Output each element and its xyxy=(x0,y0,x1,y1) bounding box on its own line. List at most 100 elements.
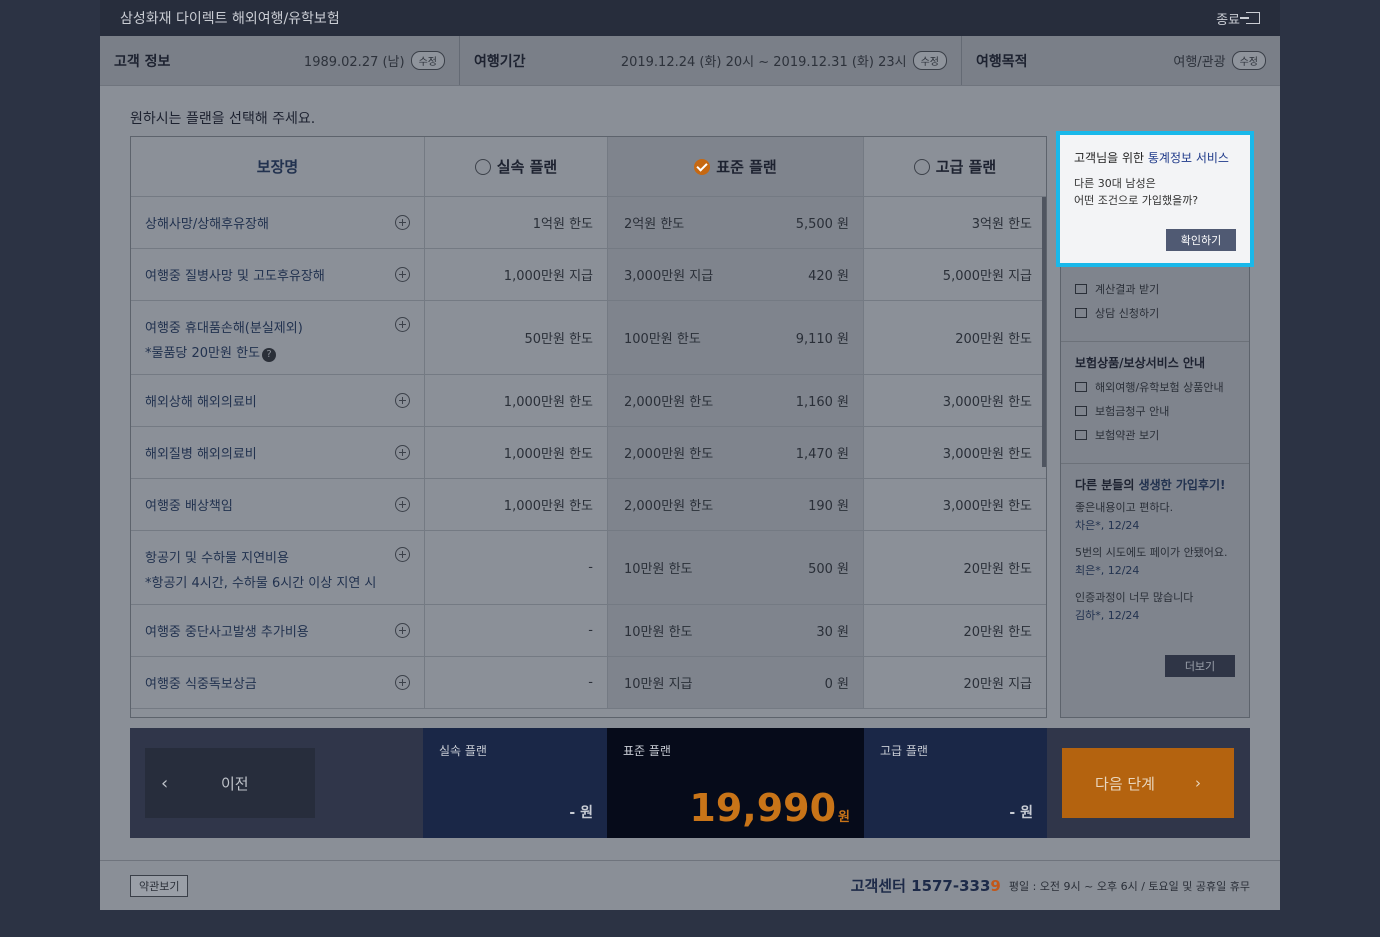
terms-link[interactable]: 보험약관 보기 xyxy=(1075,427,1235,443)
table-row: 여행중 질병사망 및 고도후유장해 1,000만원 지급 3,000만원 지급 4… xyxy=(131,249,1046,301)
standard-value: 10만원 지급 xyxy=(624,677,693,692)
product-guide-link[interactable]: 해외여행/유학보험 상품안내 xyxy=(1075,379,1235,395)
expand-plus-icon[interactable] xyxy=(395,623,410,638)
next-step-button[interactable]: 다음 단계 › xyxy=(1062,748,1234,818)
main-content: 원하시는 플랜을 선택해 주세요. 보장명 실속 플랜 표준 플랜 고급 플랜 … xyxy=(100,86,1280,860)
plan-premium-radio[interactable]: 고급 플랜 xyxy=(864,137,1046,196)
expand-plus-icon[interactable] xyxy=(395,547,410,562)
basic-value: 1,000만원 한도 xyxy=(425,479,608,530)
coverage-name: 해외상해 해외의료비 xyxy=(145,395,257,410)
plan-prompt: 원하시는 플랜을 선택해 주세요. xyxy=(130,111,316,127)
plan-basic-radio[interactable]: 실속 플랜 xyxy=(425,137,608,196)
expand-plus-icon[interactable] xyxy=(395,675,410,690)
premium-value: 20만원 한도 xyxy=(963,625,1032,640)
standard-value: 100만원 한도 xyxy=(624,332,701,347)
document-icon xyxy=(1075,430,1087,440)
standard-value: 2억원 한도 xyxy=(624,217,685,232)
travel-period-label: 여행기간 xyxy=(474,53,526,70)
coverage-note: *물품당 20만원 한도 xyxy=(145,346,261,361)
expand-plus-icon[interactable] xyxy=(395,393,410,408)
standard-price: 1,160 원 xyxy=(795,395,849,410)
more-reviews-button[interactable]: 더보기 xyxy=(1165,655,1235,677)
prev-button[interactable]: ‹ 이전 xyxy=(145,748,315,818)
premium-plan-label: 고급 플랜 xyxy=(880,744,928,758)
standard-value: 10만원 한도 xyxy=(624,562,693,577)
footer: 약관보기 고객센터 1577-3339 평일 : 오전 9시 ~ 오후 6시 /… xyxy=(100,860,1280,910)
basic-value: 1억원 한도 xyxy=(425,197,608,248)
customer-edit-button[interactable]: 수정 xyxy=(410,51,445,70)
period-edit-button[interactable]: 수정 xyxy=(912,51,947,70)
travel-period: 여행기간 2019.12.24 (화) 20시 ~ 2019.12.31 (화)… xyxy=(460,36,962,85)
premium-value: 5,000만원 지급 xyxy=(942,269,1032,284)
claim-guide-link[interactable]: 보험금청구 안내 xyxy=(1075,403,1235,419)
reviews: 다른 분들의 생생한 가입후기! 좋은내용이고 편하다. 차은*, 12/24 … xyxy=(1061,464,1249,647)
premium-value: 3,000만원 한도 xyxy=(942,395,1032,410)
review-text: 인증과정이 너무 많습니다 xyxy=(1075,591,1194,605)
expand-plus-icon[interactable] xyxy=(395,445,410,460)
premium-value: 20만원 지급 xyxy=(963,677,1032,692)
exit-button[interactable]: 종료 xyxy=(1216,9,1260,28)
review-author: 최은*, 12/24 xyxy=(1075,563,1140,577)
coverage-note: *항공기 4시간, 수하물 6시간 이상 지연 시 xyxy=(145,576,377,591)
expand-plus-icon[interactable] xyxy=(395,497,410,512)
expand-plus-icon[interactable] xyxy=(395,317,410,332)
standard-price: 1,470 원 xyxy=(795,447,849,462)
coverage-name: 항공기 및 수하물 지연비용 xyxy=(145,551,289,566)
travel-period-value: 2019.12.24 (화) 20시 ~ 2019.12.31 (화) 23시 xyxy=(620,55,907,70)
expand-plus-icon[interactable] xyxy=(395,267,410,282)
plan-standard-radio[interactable]: 표준 플랜 xyxy=(608,137,864,196)
standard-value: 3,000만원 지급 xyxy=(624,269,714,284)
coverage-table: 보장명 실속 플랜 표준 플랜 고급 플랜 상해사망/상해후유장해 1억원 한도… xyxy=(130,136,1047,718)
customer-center-phone: 고객센터 1577-3339 xyxy=(850,877,1001,895)
price-bar: ‹ 이전 실속 플랜 - 원 표준 플랜 19,990 원 고급 플랜 - 원 다… xyxy=(130,728,1250,838)
standard-price: 5,500 원 xyxy=(795,217,849,232)
purpose-edit-button[interactable]: 수정 xyxy=(1231,51,1266,70)
table-row: 여행중 휴대품손해(분실제외) *물품당 20만원 한도? 50만원 한도 100… xyxy=(131,301,1046,375)
travel-purpose-value: 여행/관광 xyxy=(1173,55,1226,70)
basic-value: 1,000만원 지급 xyxy=(425,249,608,300)
customer-info: 고객 정보 1989.02.27 (남) 수정 xyxy=(100,36,460,85)
standard-plan-total: 표준 플랜 19,990 원 xyxy=(607,728,864,838)
basic-plan-price: - 원 xyxy=(569,805,593,821)
travel-purpose: 여행목적 여행/관광 수정 xyxy=(962,36,1280,85)
radio-icon xyxy=(474,158,491,175)
table-header: 보장명 실속 플랜 표준 플랜 고급 플랜 xyxy=(131,137,1046,197)
radio-checked-icon xyxy=(694,158,711,175)
exit-label: 종료 xyxy=(1216,12,1240,28)
sidebar-guides: 보험상품/보상서비스 안내 해외여행/유학보험 상품안내 보험금청구 안내 보험… xyxy=(1061,342,1249,464)
standard-price: 30 원 xyxy=(816,625,849,640)
standard-price: 9,110 원 xyxy=(795,332,849,347)
get-results-link[interactable]: 계산결과 받기 xyxy=(1075,281,1235,297)
customer-center: 고객센터 1577-3339 평일 : 오전 9시 ~ 오후 6시 / 토요일 … xyxy=(851,875,1250,896)
standard-price: 420 원 xyxy=(808,269,849,284)
table-row: 여행중 중단사고발생 추가비용 - 10만원 한도 30 원 20만원 한도 xyxy=(131,605,1046,657)
help-question-icon[interactable]: ? xyxy=(262,348,277,362)
title-bar: 삼성화재 다이렉트 해외여행/유학보험 종료 xyxy=(100,0,1280,36)
table-row: 항공기 및 수하물 지연비용 *항공기 4시간, 수하물 6시간 이상 지연 시 … xyxy=(131,531,1046,605)
table-row: 해외상해 해외의료비 1,000만원 한도 2,000만원 한도 1,160 원 … xyxy=(131,375,1046,427)
app-title: 삼성화재 다이렉트 해외여행/유학보험 xyxy=(120,11,340,27)
terms-button[interactable]: 약관보기 xyxy=(130,874,189,897)
header-coverage-name: 보장명 xyxy=(131,137,425,196)
review-text: 좋은내용이고 편하다. xyxy=(1075,501,1174,514)
premium-value: 20만원 한도 xyxy=(963,562,1032,577)
standard-plan-label: 표준 플랜 xyxy=(623,744,671,758)
premium-value: 3,000만원 한도 xyxy=(942,499,1032,514)
standard-value: 2,000만원 한도 xyxy=(624,395,714,410)
coverage-name: 여행중 휴대품손해(분실제외) xyxy=(145,321,303,336)
coverage-name: 여행중 중단사고발생 추가비용 xyxy=(145,625,309,640)
table-scrollbar[interactable] xyxy=(1042,197,1046,467)
table-row: 여행중 배상책임 1,000만원 한도 2,000만원 한도 190 원 3,00… xyxy=(131,479,1046,531)
standard-price: 190 원 xyxy=(808,499,849,514)
standard-plan-price: 19,990 원 xyxy=(689,786,850,830)
basic-value: 1,000만원 한도 xyxy=(425,427,608,478)
coverage-name: 상해사망/상해후유장해 xyxy=(145,217,269,232)
clipboard-icon xyxy=(1075,406,1087,416)
popup-confirm-button[interactable]: 확인하기 xyxy=(1166,229,1236,251)
exit-icon xyxy=(1240,12,1260,24)
popup-title: 고객님을 위한 통계정보 서비스 xyxy=(1074,151,1229,165)
reviews-title: 다른 분들의 생생한 가입후기! xyxy=(1075,478,1226,492)
expand-plus-icon[interactable] xyxy=(395,215,410,230)
consult-request-link[interactable]: 상담 신청하기 xyxy=(1075,305,1235,321)
basic-plan-label: 실속 플랜 xyxy=(439,744,487,758)
